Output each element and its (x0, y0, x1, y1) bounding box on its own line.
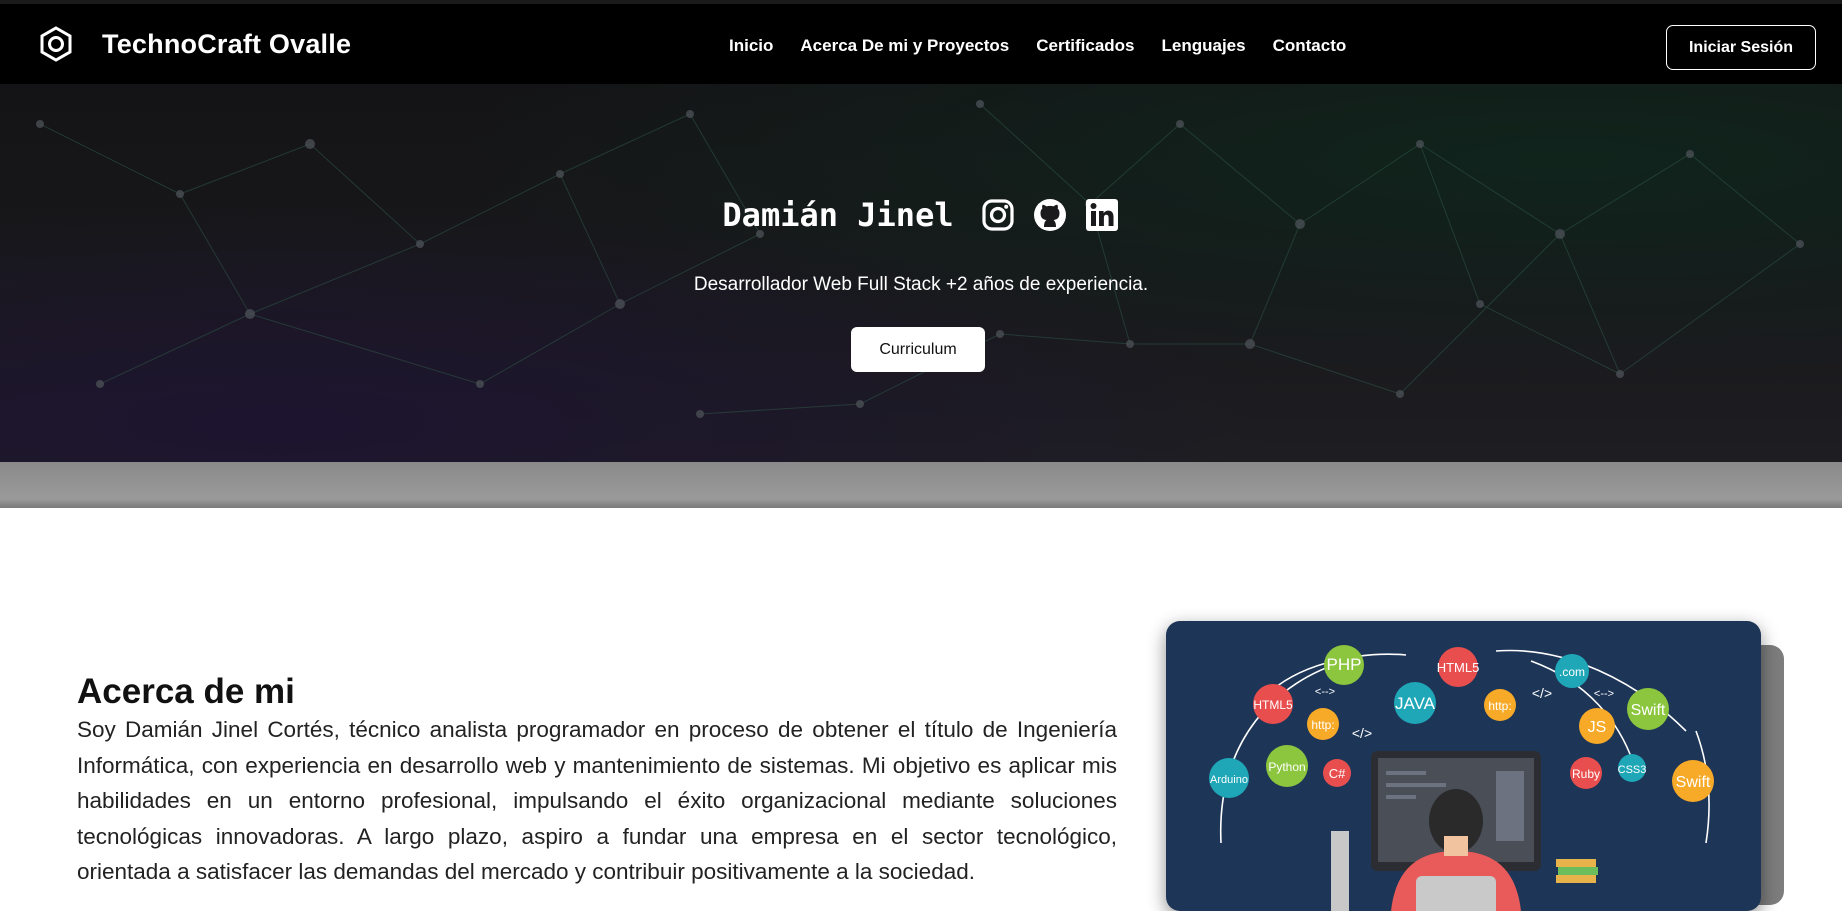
svg-text:Swift: Swift (1676, 774, 1711, 791)
programming-languages-illustration: PHP HTML5 HTML5 JAVA .com http: http: Py… (1209, 645, 1714, 911)
svg-text:Ruby: Ruby (1572, 767, 1600, 781)
section-divider-band (0, 462, 1842, 508)
nav-link-certificados[interactable]: Certificados (1036, 36, 1134, 56)
svg-text:PHP: PHP (1327, 655, 1362, 674)
hero-name: Damián Jinel (722, 196, 954, 234)
svg-text:CSS3: CSS3 (1618, 764, 1647, 776)
svg-text:Arduino: Arduino (1210, 774, 1248, 786)
svg-text:<-->: <--> (1594, 688, 1614, 700)
instagram-icon[interactable] (981, 198, 1015, 232)
svg-text:<-->: <--> (1315, 686, 1335, 698)
hero-subtitle: Desarrollador Web Full Stack +2 años de … (693, 274, 1149, 295)
svg-text:http:: http: (1488, 699, 1511, 713)
developer-illustration: PHP HTML5 HTML5 JAVA .com http: http: Py… (1166, 621, 1761, 911)
svg-text:Swift: Swift (1631, 702, 1666, 719)
hero-section: Damián Jinel Desarrollador Web Full Stac… (0, 84, 1842, 462)
svg-text:HTML5: HTML5 (1253, 698, 1293, 712)
nav-link-inicio[interactable]: Inicio (729, 36, 773, 56)
brand[interactable]: TechnoCraft Ovalle (38, 26, 351, 62)
brand-name[interactable]: TechnoCraft Ovalle (102, 29, 351, 60)
hexagon-nut-icon (40, 26, 72, 62)
github-icon[interactable] (1033, 198, 1067, 232)
nav-link-lenguajes[interactable]: Lenguajes (1162, 36, 1246, 56)
login-button[interactable]: Iniciar Sesión (1666, 25, 1816, 70)
navbar: TechnoCraft Ovalle Inicio Acerca De mi y… (0, 0, 1842, 84)
curriculum-button[interactable]: Curriculum (851, 327, 985, 372)
network-background (36, 100, 1804, 418)
svg-text:</>: </> (1352, 725, 1372, 741)
about-title: Acerca de mi (77, 672, 295, 711)
svg-text:http:: http: (1311, 718, 1334, 732)
nav-link-acerca[interactable]: Acerca De mi y Proyectos (800, 36, 1009, 56)
svg-text:JAVA: JAVA (1395, 694, 1436, 713)
linkedin-icon[interactable] (1085, 198, 1119, 232)
nav-link-contacto[interactable]: Contacto (1273, 36, 1347, 56)
svg-text:C#: C# (1329, 766, 1346, 781)
svg-text:Python: Python (1268, 760, 1305, 774)
hero-title-row: Damián Jinel (0, 196, 1842, 234)
svg-text:.com: .com (1559, 665, 1585, 679)
svg-text:</>: </> (1532, 685, 1552, 701)
svg-text:JS: JS (1588, 719, 1607, 736)
about-text: Soy Damián Jinel Cortés, técnico analist… (77, 717, 1117, 884)
nav-links: Inicio Acerca De mi y Proyectos Certific… (729, 36, 1373, 56)
svg-text:HTML5: HTML5 (1437, 660, 1480, 675)
